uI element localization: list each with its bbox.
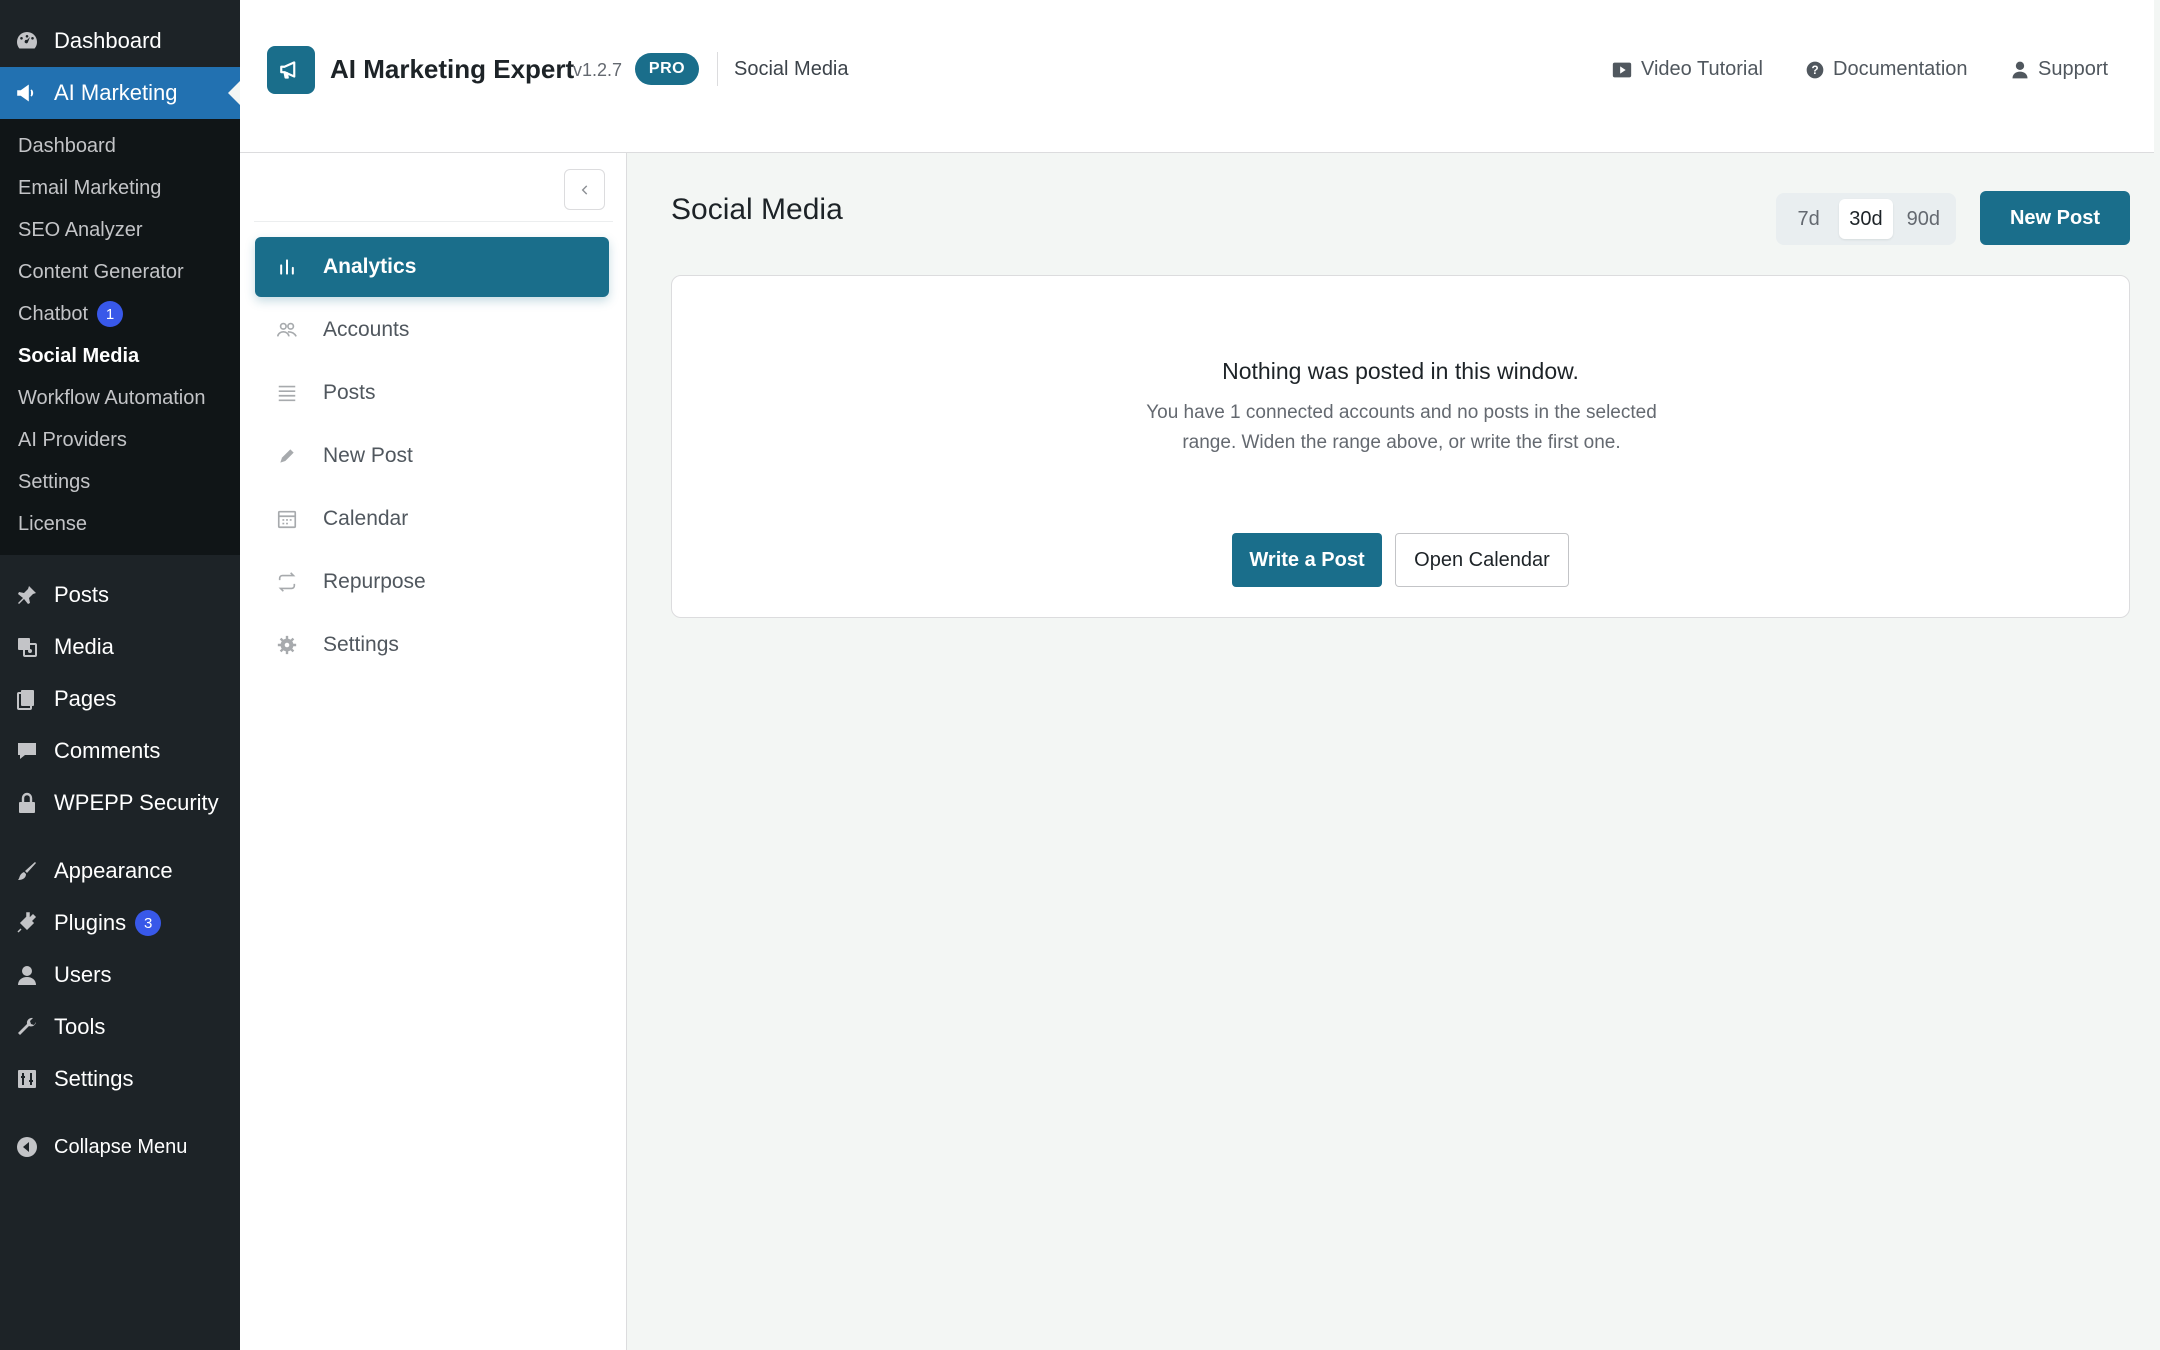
calendar-icon — [275, 507, 299, 531]
nav-item-analytics[interactable]: Analytics — [255, 237, 609, 297]
wp-admin-sidebar: Dashboard AI Marketing Dashboard Email M… — [0, 0, 240, 1350]
wp-menu-label: Collapse Menu — [54, 1135, 188, 1158]
submenu-dashboard[interactable]: Dashboard — [0, 125, 240, 167]
pro-badge: PRO — [635, 53, 699, 85]
megaphone-icon — [14, 80, 40, 106]
submenu-content-generator[interactable]: Content Generator — [0, 251, 240, 293]
range-7d-button[interactable]: 7d — [1782, 199, 1835, 239]
plugin-icon — [14, 910, 40, 936]
pages-icon — [14, 686, 40, 712]
wp-menu-comments[interactable]: Comments — [0, 725, 240, 777]
ai-marketing-submenu: Dashboard Email Marketing SEO Analyzer C… — [0, 119, 240, 555]
wp-menu-label: Settings — [54, 1066, 134, 1091]
nav-item-settings[interactable]: Settings — [255, 615, 609, 675]
new-post-button[interactable]: New Post — [1980, 191, 2130, 245]
wrench-icon — [14, 1014, 40, 1040]
write-post-button[interactable]: Write a Post — [1232, 533, 1382, 587]
pencil-icon — [275, 444, 299, 468]
wp-menu-plugins[interactable]: Plugins 3 — [0, 897, 240, 949]
nav-item-calendar[interactable]: Calendar — [255, 489, 609, 549]
wp-menu-appearance[interactable]: Appearance — [0, 845, 240, 897]
header-divider — [717, 52, 718, 86]
wp-menu-dashboard[interactable]: Dashboard — [0, 15, 240, 67]
nav-item-new-post[interactable]: New Post — [255, 426, 609, 486]
plugin-sidebar-nav: Analytics Accounts Posts New Post Calend… — [240, 153, 627, 1350]
collapse-icon — [14, 1134, 40, 1160]
list-icon — [275, 381, 299, 405]
plugin-logo — [267, 46, 315, 94]
plugins-update-badge: 3 — [135, 910, 162, 936]
comment-icon — [14, 738, 40, 764]
plugin-version: v1.2.7 — [573, 60, 623, 80]
chatbot-count-badge: 1 — [97, 301, 124, 327]
wp-menu-tools[interactable]: Tools — [0, 1001, 240, 1053]
svg-text:?: ? — [1811, 64, 1818, 77]
wp-menu-posts[interactable]: Posts — [0, 569, 240, 621]
megaphone-icon — [280, 61, 296, 79]
wp-menu-label: Dashboard — [54, 28, 162, 53]
documentation-link[interactable]: ? Documentation — [1805, 58, 1968, 81]
settings-icon — [14, 1066, 40, 1092]
submenu-chatbot[interactable]: Chatbot 1 — [0, 293, 240, 335]
wp-menu-label: Tools — [54, 1014, 106, 1039]
bar-chart-icon — [275, 255, 299, 279]
brush-icon — [14, 858, 40, 884]
dashboard-icon — [14, 28, 40, 54]
nav-item-repurpose[interactable]: Repurpose — [255, 552, 609, 612]
submenu-ai-providers[interactable]: AI Providers — [0, 419, 240, 461]
range-90d-button[interactable]: 90d — [1897, 199, 1950, 239]
pin-icon — [14, 582, 40, 608]
wp-menu-label: Users — [54, 962, 112, 987]
window-edge — [2154, 0, 2160, 1350]
empty-state-card: Nothing was posted in this window. You h… — [671, 275, 2130, 618]
nav-item-posts[interactable]: Posts — [255, 363, 609, 423]
collapse-nav-button[interactable] — [564, 169, 605, 210]
date-range-selector: 7d 30d 90d — [1776, 193, 1956, 245]
submenu-seo-analyzer[interactable]: SEO Analyzer — [0, 209, 240, 251]
repeat-icon — [275, 570, 299, 594]
media-icon — [14, 634, 40, 660]
empty-state-text: You have 1 connected accounts and no pos… — [1146, 402, 1657, 453]
support-link[interactable]: Support — [2010, 58, 2108, 81]
chevron-left-icon — [581, 184, 587, 195]
wp-menu-ai-marketing[interactable]: AI Marketing — [0, 67, 240, 119]
header-section-name: Social Media — [734, 58, 849, 80]
support-icon — [2010, 60, 2030, 80]
video-tutorial-link[interactable]: Video Tutorial — [1611, 58, 1763, 81]
wp-menu-label: Comments — [54, 738, 161, 763]
plugin-title: AI Marketing Expert — [330, 54, 575, 84]
wp-menu-settings[interactable]: Settings — [0, 1053, 240, 1105]
wp-menu-label: AI Marketing — [54, 80, 178, 105]
wp-menu-label: Plugins — [54, 910, 127, 935]
user-icon — [14, 962, 40, 988]
gear-icon — [275, 633, 299, 657]
plugin-header: AI Marketing Expert v1.2.7 PRO Social Me… — [240, 0, 2154, 153]
submenu-email-marketing[interactable]: Email Marketing — [0, 167, 240, 209]
video-icon — [1611, 59, 1633, 81]
wp-menu-users[interactable]: Users — [0, 949, 240, 1001]
wp-menu-pages[interactable]: Pages — [0, 673, 240, 725]
submenu-social-media[interactable]: Social Media — [0, 335, 240, 377]
nav-divider — [254, 221, 613, 222]
submenu-settings[interactable]: Settings — [0, 461, 240, 503]
submenu-workflow-automation[interactable]: Workflow Automation — [0, 377, 240, 419]
help-icon: ? — [1805, 60, 1825, 80]
page-title: Social Media — [671, 193, 843, 226]
wp-menu-label: Media — [54, 634, 114, 659]
lock-icon — [14, 790, 40, 816]
empty-state-title: Nothing was posted in this window. — [1222, 358, 1579, 384]
wp-menu-collapse[interactable]: Collapse Menu — [0, 1121, 240, 1173]
accounts-icon — [275, 318, 299, 342]
wp-menu-label: Pages — [54, 686, 117, 711]
wp-menu-media[interactable]: Media — [0, 621, 240, 673]
wp-menu-wpepp-security[interactable]: WPEPP Security — [0, 777, 240, 829]
wp-menu-label: Posts — [54, 582, 110, 607]
nav-item-accounts[interactable]: Accounts — [255, 300, 609, 360]
wp-menu-label: WPEPP Security — [54, 790, 219, 815]
submenu-license[interactable]: License — [0, 503, 240, 545]
wp-menu-label: Appearance — [54, 858, 173, 883]
range-30d-button[interactable]: 30d — [1839, 199, 1893, 239]
open-calendar-button[interactable]: Open Calendar — [1395, 533, 1569, 587]
